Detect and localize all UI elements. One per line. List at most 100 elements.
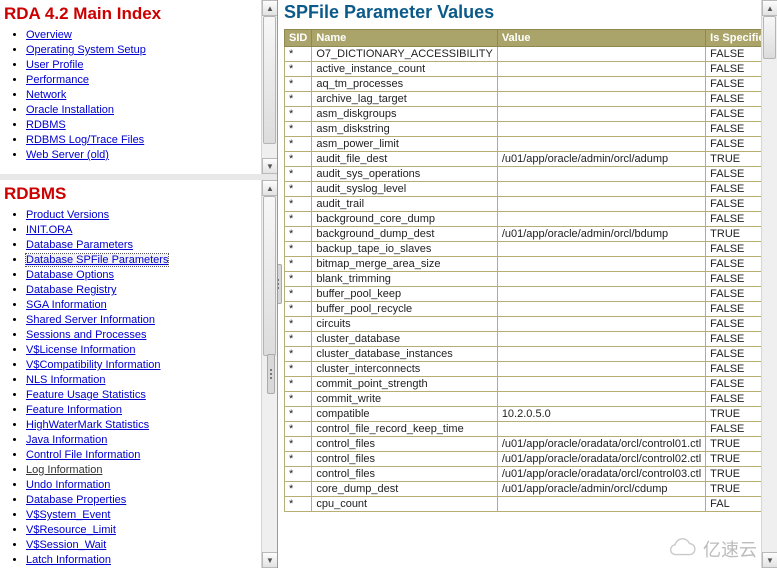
cell-sid: * xyxy=(285,152,312,167)
scroll-down-icon[interactable]: ▼ xyxy=(262,158,277,174)
cell-value xyxy=(497,47,705,62)
nav-link[interactable]: Latch Information xyxy=(26,554,111,566)
nav-link[interactable]: V$License Information xyxy=(26,344,135,356)
table-row[interactable]: *blank_trimmingFALSE0 xyxy=(285,272,777,287)
table-row[interactable]: *control_file_record_keep_timeFALSE0 xyxy=(285,422,777,437)
col-name[interactable]: Name xyxy=(312,30,497,47)
table-row[interactable]: *control_files/u01/app/oracle/oradata/or… xyxy=(285,467,777,482)
sidebar-item: Database Registry xyxy=(26,283,275,297)
nav-link[interactable]: Oracle Installation xyxy=(26,104,114,116)
sidebar-item: NLS Information xyxy=(26,373,275,387)
cell-value xyxy=(497,377,705,392)
nav-link[interactable]: Database Parameters xyxy=(26,239,133,251)
scroll-down-icon[interactable]: ▼ xyxy=(262,552,277,568)
nav-link[interactable]: Performance xyxy=(26,74,89,86)
cell-name: audit_syslog_level xyxy=(312,182,497,197)
cell-name: control_file_record_keep_time xyxy=(312,422,497,437)
table-row[interactable]: *circuitsFALSE0 xyxy=(285,317,777,332)
table-row[interactable]: *buffer_pool_recycleFALSE0 xyxy=(285,302,777,317)
nav-link[interactable]: Database Options xyxy=(26,269,114,281)
nav-link[interactable]: V$Resource_Limit xyxy=(26,524,116,536)
cell-name: audit_sys_operations xyxy=(312,167,497,182)
nav-link[interactable]: Control File Information xyxy=(26,449,140,461)
scroll-down-icon[interactable]: ▼ xyxy=(762,552,777,568)
sidebar-item: V$Resource_Limit xyxy=(26,523,275,537)
nav-link[interactable]: INIT.ORA xyxy=(26,224,72,236)
nav-link[interactable]: Feature Information xyxy=(26,404,122,416)
table-row[interactable]: *cluster_interconnectsFALSE0 xyxy=(285,362,777,377)
sidebar-item: Latch Information xyxy=(26,553,275,567)
table-row[interactable]: *commit_writeFALSE0 xyxy=(285,392,777,407)
cell-sid: * xyxy=(285,107,312,122)
nav-link[interactable]: Operating System Setup xyxy=(26,44,146,56)
table-row[interactable]: *background_core_dumpFALSE0 xyxy=(285,212,777,227)
nav-link[interactable]: HighWaterMark Statistics xyxy=(26,419,149,431)
nav-link[interactable]: Undo Information xyxy=(26,479,110,491)
nav-link[interactable]: Overview xyxy=(26,29,72,41)
nav-link[interactable]: Java Information xyxy=(26,434,107,446)
nav-link[interactable]: Shared Server Information xyxy=(26,314,155,326)
table-row[interactable]: *active_instance_countFALSE0 xyxy=(285,62,777,77)
table-row[interactable]: *asm_power_limitFALSE0 xyxy=(285,137,777,152)
cell-value: 10.2.0.5.0 xyxy=(497,407,705,422)
nav-link[interactable]: User Profile xyxy=(26,59,83,71)
table-row[interactable]: *control_files/u01/app/oracle/oradata/or… xyxy=(285,437,777,452)
nav-link[interactable]: Database SPFile Parameters xyxy=(26,254,168,266)
table-row[interactable]: *bitmap_merge_area_sizeFALSE0 xyxy=(285,257,777,272)
nav-link[interactable]: RDBMS Log/Trace Files xyxy=(26,134,144,146)
main-index-scroll[interactable]: ▲ ▼ xyxy=(261,0,277,174)
nav-link[interactable]: Database Registry xyxy=(26,284,117,296)
cell-name: cluster_database xyxy=(312,332,497,347)
table-row[interactable]: *audit_file_dest/u01/app/oracle/admin/or… xyxy=(285,152,777,167)
table-row[interactable]: *background_dump_dest/u01/app/oracle/adm… xyxy=(285,227,777,242)
sidebar-item: Database SPFile Parameters xyxy=(26,253,275,267)
nav-link[interactable]: V$Session_Wait xyxy=(26,539,106,551)
scroll-thumb[interactable] xyxy=(263,16,276,144)
scroll-thumb[interactable] xyxy=(763,16,776,59)
nav-link[interactable]: Log Information xyxy=(26,464,102,476)
table-row[interactable]: *audit_sys_operationsFALSE0 xyxy=(285,167,777,182)
table-row[interactable]: *compatible10.2.0.5.0TRUE1 xyxy=(285,407,777,422)
table-row[interactable]: *cluster_databaseFALSE0 xyxy=(285,332,777,347)
table-row[interactable]: *control_files/u01/app/oracle/oradata/or… xyxy=(285,452,777,467)
splitter-handle[interactable] xyxy=(267,354,275,394)
nav-link[interactable]: Network xyxy=(26,89,66,101)
cell-value xyxy=(497,167,705,182)
table-row[interactable]: *commit_point_strengthFALSE0 xyxy=(285,377,777,392)
table-row[interactable]: *audit_syslog_levelFALSE0 xyxy=(285,182,777,197)
table-row[interactable]: *cluster_database_instancesFALSE0 xyxy=(285,347,777,362)
nav-link[interactable]: Feature Usage Statistics xyxy=(26,389,146,401)
table-row[interactable]: *archive_lag_targetFALSE0 xyxy=(285,92,777,107)
nav-link[interactable]: SGA Information xyxy=(26,299,107,311)
nav-link[interactable]: Database Properties xyxy=(26,494,126,506)
nav-link[interactable]: RDBMS xyxy=(26,119,66,131)
nav-link[interactable]: V$Compatibility Information xyxy=(26,359,161,371)
nav-link[interactable]: Web Server (old) xyxy=(26,149,109,161)
cell-sid: * xyxy=(285,242,312,257)
table-row[interactable]: *O7_DICTIONARY_ACCESSIBILITYFALSE0 xyxy=(285,47,777,62)
cell-sid: * xyxy=(285,197,312,212)
table-row[interactable]: *cpu_countFAL xyxy=(285,497,777,512)
cell-name: active_instance_count xyxy=(312,62,497,77)
table-row[interactable]: *asm_diskstringFALSE0 xyxy=(285,122,777,137)
nav-link[interactable]: Product Versions xyxy=(26,209,109,221)
table-row[interactable]: *backup_tape_io_slavesFALSE0 xyxy=(285,242,777,257)
scroll-thumb[interactable] xyxy=(263,196,276,356)
col-value[interactable]: Value xyxy=(497,30,705,47)
table-row[interactable]: *core_dump_dest/u01/app/oracle/admin/orc… xyxy=(285,482,777,497)
cell-value xyxy=(497,137,705,152)
scroll-up-icon[interactable]: ▲ xyxy=(262,180,277,196)
cell-name: control_files xyxy=(312,437,497,452)
scroll-up-icon[interactable]: ▲ xyxy=(762,0,777,16)
nav-link[interactable]: NLS Information xyxy=(26,374,105,386)
scroll-up-icon[interactable]: ▲ xyxy=(262,0,277,16)
nav-link[interactable]: Sessions and Processes xyxy=(26,329,146,341)
nav-link[interactable]: V$System_Event xyxy=(26,509,110,521)
table-row[interactable]: *audit_trailFALSE0 xyxy=(285,197,777,212)
table-row[interactable]: *asm_diskgroupsFALSE0 xyxy=(285,107,777,122)
content-scroll[interactable]: ▲ ▼ xyxy=(761,0,777,568)
table-row[interactable]: *aq_tm_processesFALSE0 xyxy=(285,77,777,92)
col-sid[interactable]: SID xyxy=(285,30,312,47)
splitter-handle-right[interactable] xyxy=(278,264,282,304)
table-row[interactable]: *buffer_pool_keepFALSE0 xyxy=(285,287,777,302)
